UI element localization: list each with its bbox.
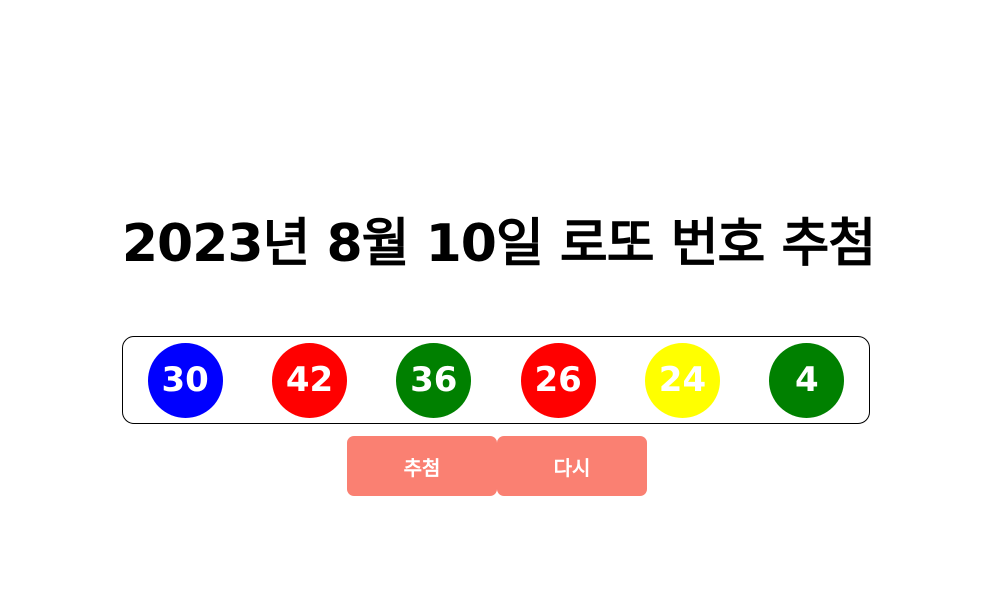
lotto-ball-panel: 30 42 36 26 24 4: [122, 336, 870, 424]
lotto-ball: 26: [520, 342, 596, 418]
page-title: 2023년 8월 10일 로또 번호 추첨: [121, 214, 876, 274]
reset-button[interactable]: 다시: [497, 436, 647, 496]
lotto-ball: 30: [147, 342, 223, 418]
lotto-ball: 36: [396, 342, 472, 418]
lotto-ball: 42: [271, 342, 347, 418]
lotto-ball: 4: [769, 342, 845, 418]
lotto-ball: 24: [644, 342, 720, 418]
draw-button[interactable]: 추첨: [347, 436, 497, 496]
button-row: 추첨 다시: [347, 436, 647, 496]
